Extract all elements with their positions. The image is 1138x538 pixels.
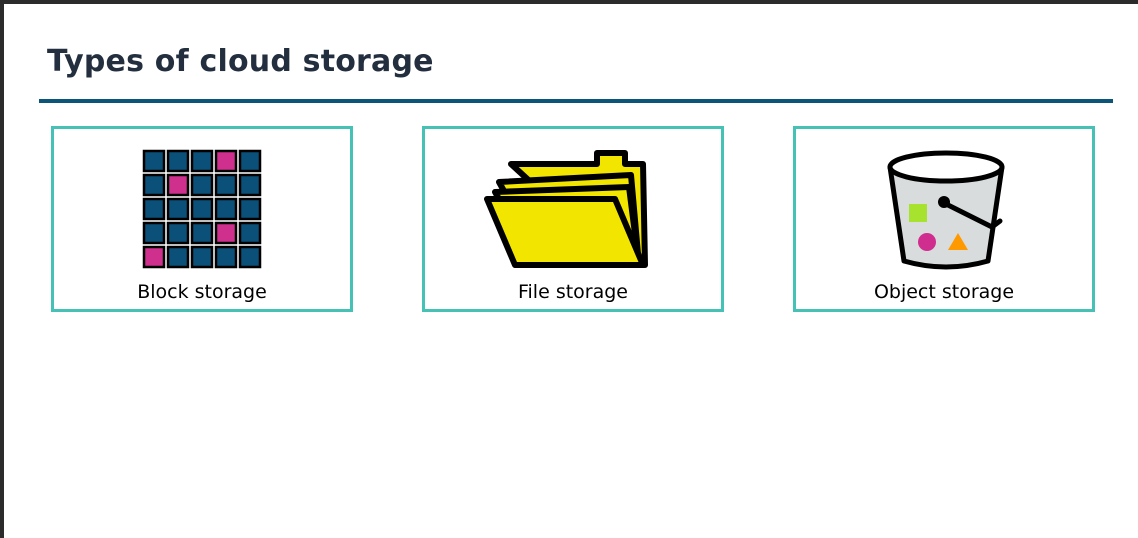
block-grid-icon bbox=[54, 147, 350, 273]
block-cell bbox=[166, 221, 190, 245]
block-cell bbox=[190, 173, 214, 197]
folder-icon bbox=[425, 147, 721, 273]
block-cell bbox=[142, 149, 166, 173]
page-title: Types of cloud storage bbox=[47, 44, 434, 79]
block-cell bbox=[166, 197, 190, 221]
block-cell bbox=[190, 221, 214, 245]
block-cell bbox=[214, 173, 238, 197]
block-cell bbox=[238, 173, 262, 197]
card-label-object-storage: Object storage bbox=[873, 281, 1015, 303]
block-cell bbox=[190, 149, 214, 173]
title-underline bbox=[39, 99, 1113, 103]
block-cell bbox=[214, 149, 238, 173]
block-cell bbox=[238, 221, 262, 245]
window-top-border bbox=[0, 0, 1138, 4]
block-cell bbox=[142, 221, 166, 245]
block-cell bbox=[142, 173, 166, 197]
block-cell bbox=[190, 197, 214, 221]
card-label-file-storage: File storage bbox=[517, 281, 628, 303]
window-left-border bbox=[0, 0, 4, 538]
block-grid bbox=[142, 149, 262, 269]
block-cell bbox=[190, 245, 214, 269]
block-cell bbox=[166, 245, 190, 269]
block-cell bbox=[214, 221, 238, 245]
bucket-icon bbox=[796, 147, 1092, 273]
card-block-storage: Block storage bbox=[51, 126, 353, 312]
card-object-storage: Object storage bbox=[793, 126, 1095, 312]
block-cell bbox=[238, 197, 262, 221]
block-cell bbox=[238, 149, 262, 173]
block-cell bbox=[214, 245, 238, 269]
block-cell bbox=[214, 197, 238, 221]
block-cell bbox=[238, 245, 262, 269]
card-file-storage: File storage bbox=[422, 126, 724, 312]
block-cell bbox=[142, 197, 166, 221]
card-label-block-storage: Block storage bbox=[137, 281, 267, 303]
block-cell bbox=[166, 173, 190, 197]
block-cell bbox=[166, 149, 190, 173]
block-cell bbox=[142, 245, 166, 269]
